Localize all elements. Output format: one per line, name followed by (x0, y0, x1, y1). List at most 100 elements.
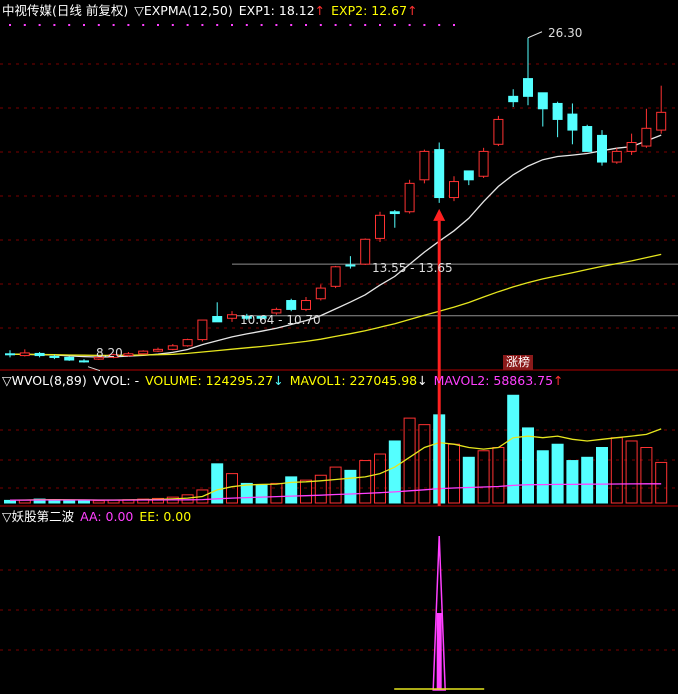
candle-body (419, 150, 430, 181)
volume-bar (285, 476, 298, 504)
volume-bar (300, 479, 312, 504)
volume-bar (566, 460, 579, 504)
dot-marker (9, 24, 11, 26)
candle-body (330, 266, 341, 287)
dot-marker (393, 24, 396, 26)
candle-body (19, 352, 30, 357)
candle-body (523, 78, 533, 97)
candle-body (34, 352, 45, 357)
volume-header: ▽WVOL(8,89) VVOL: - VOLUME: 124295.27↓ MAVO… (2, 372, 570, 390)
exp1-arrow-icon: ↑ (314, 3, 326, 18)
mavol2-value: MAVOL2: 58863.75↑ (433, 373, 564, 388)
volume-value: VOLUME: 124295.27↓ (145, 373, 284, 388)
mavol2-arrow-icon: ↑ (553, 373, 564, 388)
candle-body (167, 345, 178, 350)
candle-body (389, 211, 400, 215)
candle-body (227, 314, 237, 319)
signal-title: ▽妖股第二波 (2, 509, 75, 524)
candle-body (182, 339, 193, 347)
dot-marker (349, 24, 352, 26)
candle-body (286, 300, 297, 310)
candle-body (478, 150, 489, 177)
dot-marker (157, 24, 159, 26)
mavol1-arrow-icon: ↓ (417, 373, 428, 388)
dot-marker (260, 24, 263, 26)
dot-marker (53, 24, 56, 26)
dot-marker (171, 24, 174, 26)
vvol-value: VVOL: - (92, 373, 140, 388)
volume-bar (448, 443, 460, 504)
candle-body (345, 264, 356, 267)
candle-body (79, 360, 89, 363)
volume-bar (477, 450, 490, 504)
dot-marker (231, 24, 233, 26)
volume-bar (344, 469, 357, 504)
stock-title: 中视传媒(日线 前复权) (2, 3, 129, 18)
zone-label-upper: 13.55 - 13.65 (372, 261, 453, 275)
candle-body (5, 353, 15, 356)
dot-marker (290, 24, 293, 26)
dot-marker (112, 24, 115, 26)
volume-bar (4, 499, 16, 504)
volume-bar (551, 443, 564, 504)
volume-bar (270, 482, 283, 504)
candle-body (463, 170, 474, 181)
candle-body (537, 92, 548, 110)
zone-label-lower: 10.64 - 10.70 (240, 313, 321, 327)
candle-body (301, 300, 311, 310)
signal-arrow-head (433, 208, 446, 221)
volume-bar (329, 466, 342, 504)
volume-bar (92, 500, 105, 504)
candle-body (197, 319, 208, 341)
signal-bar (436, 613, 442, 690)
candle-body (434, 149, 445, 199)
volume-bar (255, 484, 268, 504)
exp1-value: EXP1: 18.12↑ (238, 3, 326, 18)
candle-body (493, 118, 504, 145)
volume-bar (625, 440, 638, 504)
candle-body (597, 134, 607, 163)
candle-body (626, 142, 637, 152)
candle-body (641, 127, 652, 147)
dot-marker (364, 24, 367, 26)
dot-marker (319, 24, 322, 26)
limit-up-tag: 涨榜 (503, 355, 534, 370)
dot-marker (305, 24, 307, 26)
candle-body (123, 353, 134, 357)
dot-marker (83, 24, 85, 26)
candle-body (508, 95, 519, 103)
volume-bar (655, 461, 668, 504)
dot-marker (127, 24, 130, 26)
exp2-value: EXP2: 12.67↑ (331, 3, 418, 18)
mavol1-value: MAVOL1: 227045.98↓ (289, 373, 428, 388)
candle-body (404, 182, 415, 213)
volume-bar (418, 424, 431, 504)
volume-bar (374, 453, 386, 504)
dot-marker (438, 24, 441, 26)
volume-bar (507, 394, 520, 504)
ee-value: EE: 0.00 (139, 509, 192, 524)
volume-bar (596, 447, 608, 504)
candle-body (449, 181, 459, 199)
volume-bar (640, 447, 653, 504)
dot-marker (38, 24, 41, 26)
volume-arrow-icon: ↓ (273, 373, 284, 388)
dot-marker (453, 24, 455, 26)
dot-marker (245, 24, 248, 26)
volume-bar (610, 437, 623, 504)
dot-marker (408, 24, 411, 26)
dot-marker (142, 24, 145, 26)
candle-body (138, 350, 149, 355)
dot-marker (216, 24, 219, 26)
dot-marker (97, 24, 100, 26)
dot-marker (68, 24, 71, 26)
wvol-title: ▽WVOL(8,89) (2, 373, 87, 388)
volume-bar (388, 440, 401, 504)
high-marker (527, 31, 543, 39)
volume-bar (314, 474, 327, 504)
exp2-arrow-icon: ↑ (407, 3, 418, 18)
candle-body (212, 316, 223, 323)
volume-bar (240, 482, 253, 504)
candle-body (375, 214, 385, 239)
volume-bar (522, 427, 534, 504)
